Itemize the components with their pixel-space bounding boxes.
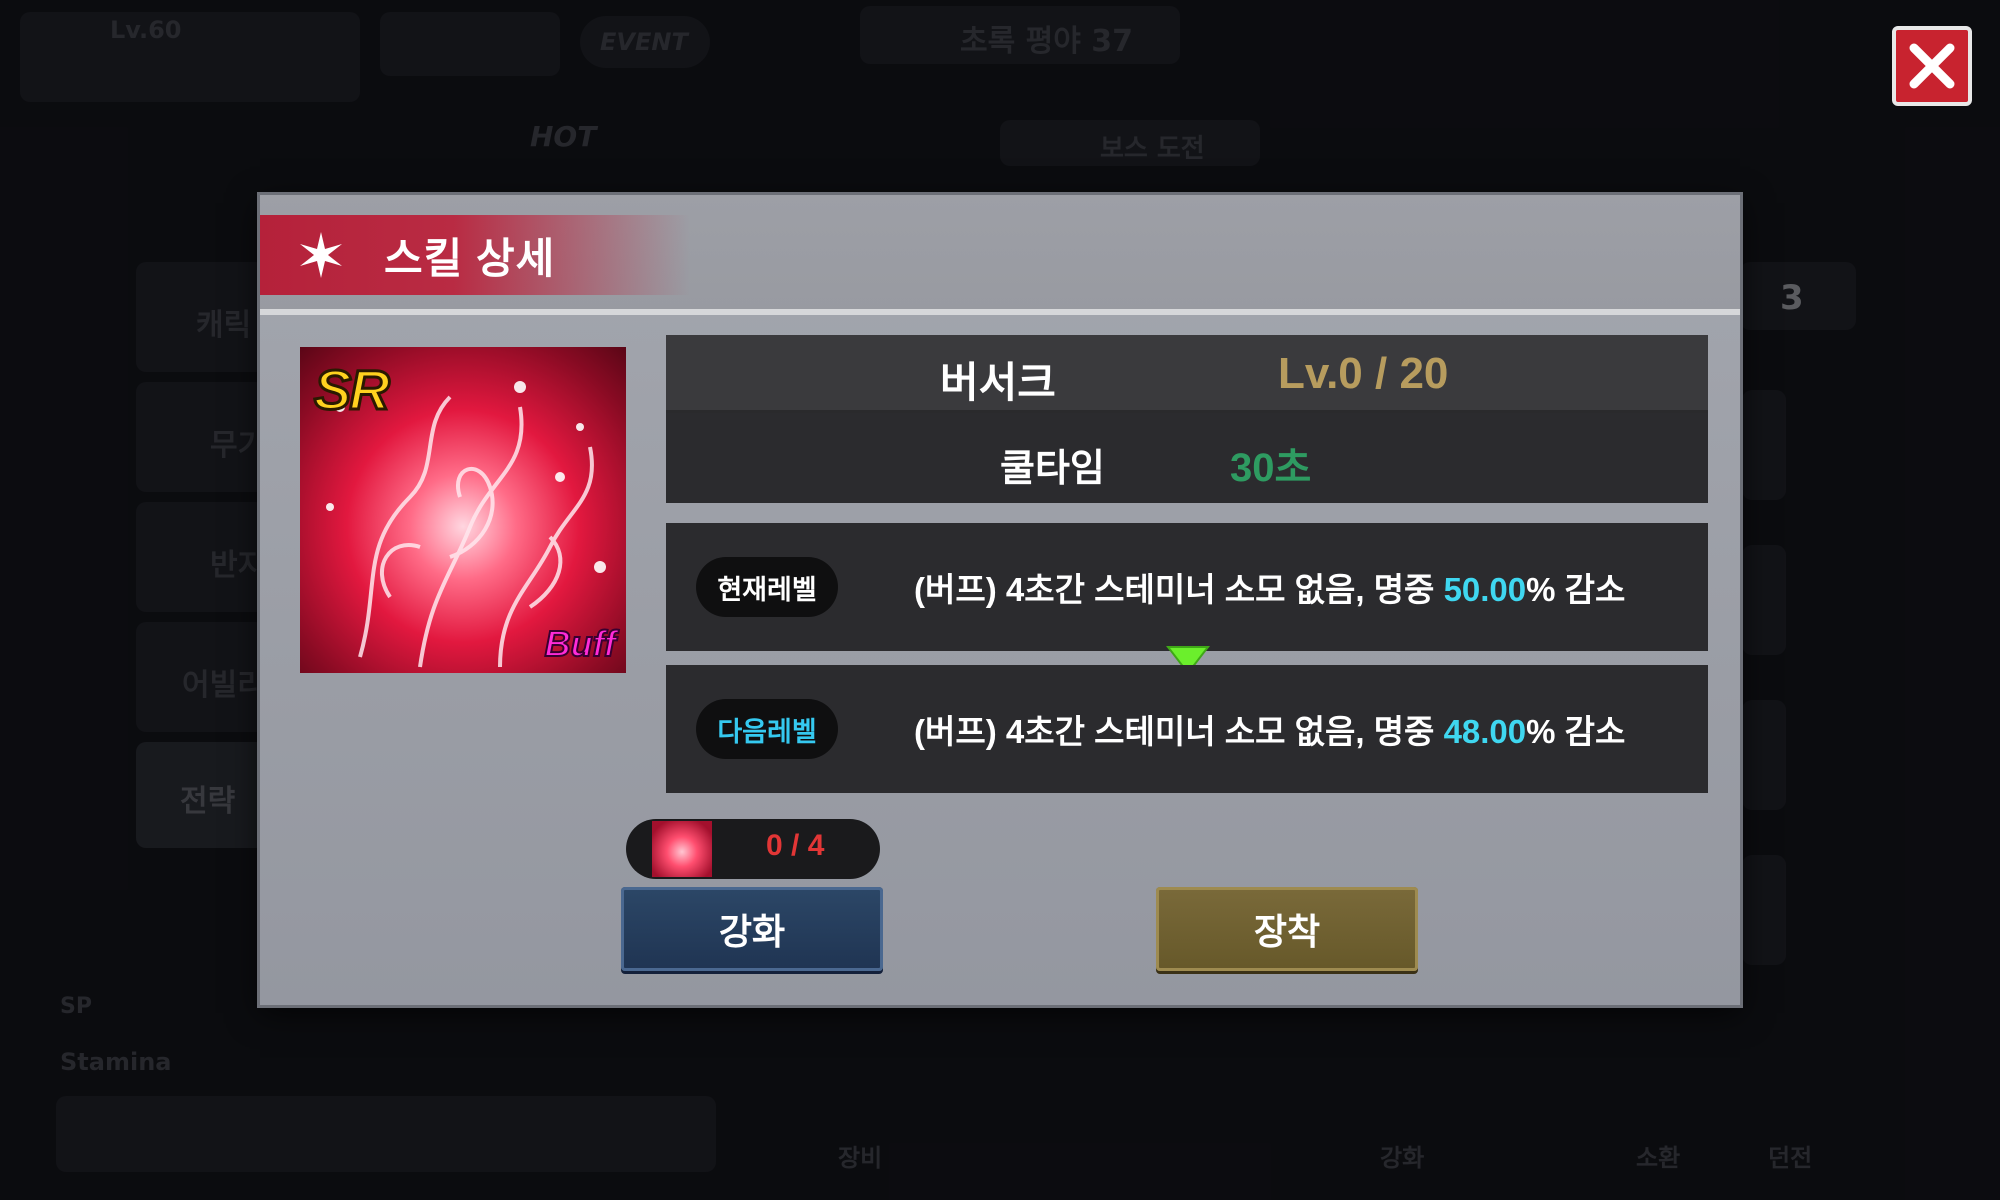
skill-name: 버서크	[940, 359, 1056, 406]
buff-badge: Buff	[544, 622, 617, 665]
material-counter: 0 / 4	[626, 819, 880, 879]
current-level-description: (버프) 4초간 스테미너 소모 없음, 명중 50.00% 감소	[914, 563, 1625, 611]
skill-level: Lv.0 / 20	[1278, 349, 1449, 398]
current-desc-suffix: % 감소	[1526, 571, 1626, 608]
rarity-badge: SR	[313, 357, 392, 423]
next-value: 48.00	[1443, 713, 1527, 750]
cooldown-value: 30초	[1230, 446, 1312, 490]
cooldown-label: 쿨타임	[1000, 448, 1105, 490]
title-band: 스킬 상세	[260, 215, 690, 295]
next-level-description: (버프) 4초간 스테미너 소모 없음, 명중 48.00% 감소	[914, 705, 1625, 753]
skill-name-row: 버서크 Lv.0 / 20	[666, 335, 1708, 413]
current-level-row: 현재레벨 (버프) 4초간 스테미너 소모 없음, 명중 50.00% 감소	[666, 523, 1708, 651]
upgrade-button[interactable]: 강화	[621, 887, 883, 971]
sparkle-icon	[300, 232, 342, 278]
next-level-row: 다음레벨 (버프) 4초간 스테미너 소모 없음, 명중 48.00% 감소	[666, 665, 1708, 793]
current-level-label: 현재레벨	[696, 557, 838, 617]
current-desc-prefix: (버프) 4초간 스테미너 소모 없음, 명중	[914, 571, 1444, 608]
skill-detail-modal: 스킬 상세 SR Buff 버서크 Lv.0 / 20 쿨타임 30초 현재레벨…	[260, 195, 1740, 1005]
current-value: 50.00	[1443, 571, 1527, 608]
close-icon	[1909, 43, 1955, 89]
equip-button[interactable]: 장착	[1156, 887, 1418, 971]
close-button[interactable]	[1892, 26, 1972, 106]
material-thumbnail	[652, 821, 712, 877]
next-desc-prefix: (버프) 4초간 스테미너 소모 없음, 명중	[914, 713, 1444, 750]
modal-header: 스킬 상세	[260, 195, 1740, 315]
skill-info-panel: 버서크 Lv.0 / 20 쿨타임 30초	[666, 335, 1708, 503]
modal-title: 스킬 상세	[384, 234, 556, 282]
next-level-label: 다음레벨	[696, 699, 838, 759]
next-desc-suffix: % 감소	[1526, 713, 1626, 750]
skill-image: SR Buff	[300, 347, 626, 673]
material-count: 0 / 4	[766, 829, 825, 862]
